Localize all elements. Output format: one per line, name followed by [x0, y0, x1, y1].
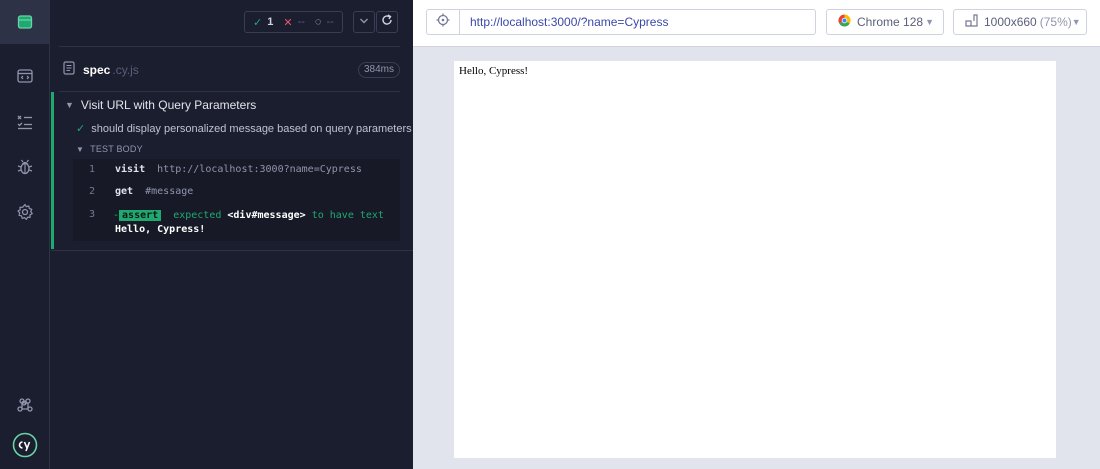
- line-number: 1: [89, 164, 96, 175]
- nav-settings[interactable]: [0, 190, 50, 234]
- selector-playground-button[interactable]: [427, 10, 460, 34]
- cypress-logo-icon: [12, 432, 38, 458]
- nav-debug[interactable]: [0, 100, 50, 144]
- gear-icon: [16, 203, 34, 221]
- viewport-size: 1000x660: [984, 15, 1037, 29]
- failed-stat: ✕ --: [283, 16, 305, 29]
- check-icon: ✓: [76, 123, 86, 135]
- nav-bug[interactable]: [0, 145, 50, 189]
- side-nav: [0, 0, 50, 469]
- chevron-down-icon: ▼: [1071, 17, 1081, 27]
- refresh-icon: [381, 13, 393, 31]
- chevron-down-icon: ▼: [76, 144, 85, 154]
- line-number: 2: [89, 186, 96, 197]
- command-name-text: visit: [115, 164, 146, 175]
- pending-stat: ◌ --: [315, 16, 334, 28]
- assert-message-end: to have text: [305, 210, 384, 221]
- test-title: should display personalized message base…: [91, 122, 412, 135]
- chevron-down-icon: ▼: [925, 17, 934, 27]
- assert-value: Hello, Cypress!: [115, 224, 206, 235]
- pending-count: --: [326, 16, 334, 28]
- spec-name: spec: [83, 63, 111, 77]
- x-icon: ✕: [283, 16, 293, 29]
- test-suite: ▼ Visit URL with Query Parameters ✓ shou…: [51, 92, 413, 249]
- document-icon: [63, 60, 75, 80]
- line-number: 3: [89, 209, 96, 220]
- pending-icon: ◌: [314, 16, 322, 28]
- nav-runs[interactable]: [0, 54, 50, 98]
- collapse-button[interactable]: [353, 11, 375, 33]
- nav-keyboard-shortcuts[interactable]: [0, 384, 50, 428]
- runs-icon: [16, 67, 34, 85]
- test-stats: ✓ 1 ✕ -- ◌ --: [244, 11, 343, 33]
- preview-toolbar: http://localhost:3000/?name=Cypress Chro…: [413, 0, 1100, 47]
- test-body-toggle[interactable]: ▼ TEST BODY: [76, 144, 143, 154]
- test-item[interactable]: ✓ should display personalized message ba…: [76, 122, 412, 136]
- failed-count: --: [297, 16, 305, 28]
- passed-count: 1: [267, 16, 274, 28]
- assert-badge: assert: [119, 210, 162, 221]
- specs-icon: [17, 14, 33, 30]
- viewport-selector[interactable]: 1000x660 (75%) ▼: [953, 9, 1087, 35]
- browser-selector[interactable]: Chrome 128 ▼: [826, 9, 944, 35]
- crosshair-icon: [436, 13, 450, 32]
- command-name-text: get: [115, 186, 134, 197]
- command-log: 1 visit http://localhost:3000?name=Cypre…: [73, 159, 400, 241]
- debug-icon: [16, 113, 34, 131]
- viewport-icon: [965, 14, 978, 30]
- command-name: get #message: [115, 186, 193, 197]
- chevron-down-icon: ▼: [65, 100, 74, 110]
- keyboard-shortcuts-icon: [17, 398, 33, 414]
- reporter-panel: ✓ 1 ✕ -- ◌ -- spec .cy.js 384ms ▼ Visit …: [51, 0, 413, 469]
- divider: [59, 46, 400, 47]
- chrome-icon: [838, 14, 851, 30]
- url-bar[interactable]: http://localhost:3000/?name=Cypress: [426, 9, 816, 35]
- browser-name: Chrome 128: [857, 15, 924, 29]
- assert-subject: <div#message>: [227, 210, 306, 221]
- message-text: Hello, Cypress!: [459, 65, 529, 77]
- spec-extension: .cy.js: [112, 63, 139, 77]
- check-icon: ✓: [253, 16, 263, 29]
- assert-message: expected: [173, 210, 228, 221]
- spec-duration: 384ms: [357, 62, 400, 78]
- command-arg: http://localhost:3000?name=Cypress: [157, 164, 362, 175]
- app-preview: http://localhost:3000/?name=Cypress Chro…: [413, 0, 1100, 469]
- rerun-button[interactable]: [376, 11, 398, 33]
- assert-command: - assert expected <div#message> to have t…: [113, 209, 393, 237]
- viewport-scale: (75%): [1039, 15, 1072, 29]
- nav-specs[interactable]: [0, 0, 50, 44]
- suite-header[interactable]: ▼ Visit URL with Query Parameters: [65, 98, 256, 112]
- bug-icon: [16, 158, 34, 176]
- command-arg: #message: [145, 186, 194, 197]
- nav-cypress-logo[interactable]: [0, 423, 50, 467]
- url-text: http://localhost:3000/?name=Cypress: [470, 15, 669, 29]
- divider: [51, 250, 413, 251]
- spec-header[interactable]: spec .cy.js 384ms: [63, 60, 400, 80]
- chevron-down-icon: [359, 13, 369, 31]
- passed-stat: ✓ 1: [253, 16, 273, 29]
- suite-title: Visit URL with Query Parameters: [80, 98, 257, 112]
- app-under-test-frame: Hello, Cypress!: [454, 61, 1056, 458]
- command-name: visit http://localhost:3000?name=Cypress: [115, 164, 362, 175]
- test-body-label: TEST BODY: [90, 144, 143, 154]
